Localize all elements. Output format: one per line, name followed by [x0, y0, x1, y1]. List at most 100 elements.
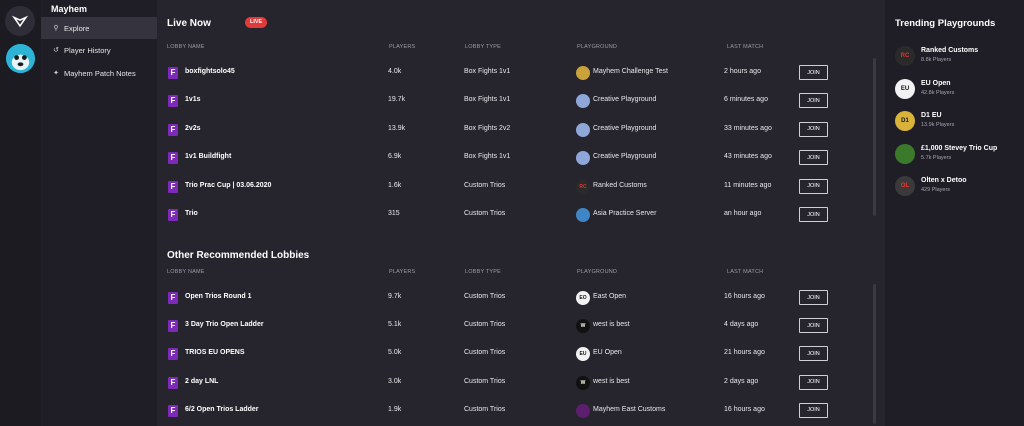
lobby-row[interactable]: F Trio 315 Custom Trios Asia Practice Server… [166, 202, 866, 228]
trending-item[interactable]: £1,000 Stevey Trio Cup 5.7k Players [895, 141, 1020, 167]
lobby-type: Custom Trios [464, 349, 506, 357]
lobby-name: Trio Prac Cup | 03.06.2020 [185, 181, 272, 189]
last-match: 11 minutes ago [724, 181, 772, 189]
last-match: 6 minutes ago [724, 96, 768, 104]
lobby-row[interactable]: F 1v1 Buildfight 6.9k Box Fights 1v1 Creativ… [166, 145, 866, 171]
lobby-fortnite-icon: F [168, 95, 178, 108]
last-match: 16 hours ago [724, 293, 765, 300]
lobby-players: 13.9k [388, 124, 406, 132]
lobby-row[interactable]: F 1v1s 19.7k Box Fights 1v1 Creative Playgro… [166, 88, 866, 114]
lobby-name: 3 Day Trio Open Ladder [185, 321, 264, 329]
col-header-lobby-type: LOBBY TYPE [465, 269, 502, 275]
playground-name: East Open [593, 293, 627, 300]
trending-item[interactable]: RC Ranked Customs 8.8k Players [895, 43, 1020, 69]
join-button[interactable]: JOIN [799, 178, 828, 194]
col-header-playground: PLAYGROUND [577, 269, 618, 275]
lobby-fortnite-icon: F [168, 209, 178, 221]
last-match: 2 days ago [724, 377, 759, 385]
live-now-title: Live Now [167, 18, 211, 29]
lobby-type: Box Fights 2v2 [464, 124, 511, 132]
trending-name: Olten x Detoo [921, 177, 967, 184]
playground-name: Mayhem Challenge Test [593, 68, 668, 75]
stevey-cup-icon [895, 143, 915, 164]
lobby-name: 2v2s [185, 124, 201, 132]
lobby-row[interactable]: F 2v2s 13.9k Box Fights 2v2 Creative Playgro… [166, 117, 866, 143]
trending-title: Trending Playgrounds [895, 18, 996, 29]
recommended-title: Other Recommended Lobbies [167, 250, 310, 261]
trending-name: £1,000 Stevey Trio Cup [921, 144, 998, 152]
join-button[interactable]: JOIN [799, 150, 828, 166]
trending-players: 5.7k Players [921, 154, 952, 161]
col-header-last-match: LAST MATCH [727, 269, 764, 275]
user-avatar[interactable] [6, 44, 35, 73]
trending-item[interactable]: OL Olten x Detoo 429 Players [895, 173, 1020, 199]
lobby-name: 1v1 Buildfight [185, 153, 232, 161]
join-button[interactable]: JOIN [799, 93, 828, 109]
lobby-name: TRIOS EU OPENS [185, 349, 245, 357]
creative-icon [576, 122, 590, 137]
col-header-players: PLAYERS [389, 44, 416, 50]
playground-name: Creative Playground [593, 153, 657, 161]
lobby-row[interactable]: Fboxfightsolo45 4.0k Box Fights 1v1 Mayhem … [166, 60, 866, 86]
d1-eu-icon: D1 [895, 111, 915, 131]
lobby-fortnite-icon: F [168, 292, 178, 304]
playground-name: Mayhem East Customs [593, 405, 666, 413]
west-is-best-icon: W [576, 319, 590, 334]
lobby-type: Custom Trios [464, 405, 506, 413]
lobby-fortnite-icon: F [168, 404, 178, 417]
sidebar-item-label: Mayhem Patch Notes [64, 68, 136, 78]
mayhem-east-icon [576, 403, 590, 418]
olten-detoo-icon: OL [895, 176, 915, 196]
join-button[interactable]: JOIN [799, 290, 828, 305]
mayhem-logo-icon[interactable] [5, 6, 35, 36]
last-match: 16 hours ago [724, 405, 765, 413]
live-scrollbar[interactable] [873, 58, 876, 216]
lobby-row[interactable]: F 6/2 Open Trios Ladder 1.9k Custom Trios Ma… [166, 398, 866, 424]
lobby-players: 4.0k [388, 68, 402, 75]
lobby-players: 9.7k [388, 293, 402, 300]
sidebar-item-patch-notes[interactable]: ✦ Mayhem Patch Notes [41, 62, 157, 84]
lobby-players: 315 [388, 210, 400, 217]
lobby-row[interactable]: F Open Trios Round 1 9.7k Custom Trios EO Eas… [166, 285, 866, 311]
playground-name: Creative Playground [593, 124, 657, 132]
lobby-players: 1.6k [388, 181, 402, 189]
search-icon: ⚲ [53, 25, 59, 32]
creative-icon [576, 94, 590, 109]
lobby-name: 6/2 Open Trios Ladder [185, 405, 259, 413]
app-root: Mayhem ⚲ Explore ↺ Player History ✦ Mayh… [0, 0, 1024, 426]
sidebar-item-explore[interactable]: ⚲ Explore [41, 17, 157, 39]
col-header-last-match: LAST MATCH [727, 44, 764, 50]
mayhem-challenge-icon [576, 66, 590, 80]
join-button[interactable]: JOIN [799, 374, 828, 390]
trending-item[interactable]: EU EU Open 42.8k Players [895, 76, 1020, 102]
lobby-row[interactable]: F 3 Day Trio Open Ladder 5.1k Custom Trios W… [166, 313, 866, 339]
join-button[interactable]: JOIN [799, 346, 828, 362]
trending-name: EU Open [921, 79, 951, 87]
lobby-row[interactable]: F 2 day LNL 3.0k Custom Trios Wwest is best 2… [166, 370, 866, 396]
col-header-players: PLAYERS [389, 269, 416, 275]
lobby-name: boxfightsolo45 [185, 68, 235, 75]
west-is-best-icon: W [576, 375, 590, 390]
sidebar-item-player-history[interactable]: ↺ Player History [41, 39, 157, 61]
join-button[interactable]: JOIN [799, 402, 828, 418]
last-match: 21 hours ago [724, 349, 765, 357]
sidebar-item-label: Player History [64, 45, 111, 55]
lobby-row[interactable]: F TRIOS EU OPENS 5.0k Custom Trios EU EU Open… [166, 341, 866, 367]
join-button[interactable]: JOIN [799, 318, 828, 334]
lobby-row[interactable]: F Trio Prac Cup | 03.06.2020 1.6k Custom Tr… [166, 174, 866, 200]
main-content: Live Now LIVE LOBBY NAME PLAYERS LOBBY T… [157, 0, 885, 426]
col-header-lobby-name: LOBBY NAME [167, 44, 205, 50]
playground-name: EU Open [593, 349, 622, 357]
lobby-players: 6.9k [388, 153, 402, 161]
trending-item[interactable]: D1 D1 EU 13.9k Players [895, 108, 1020, 134]
east-open-icon: EO [576, 291, 590, 305]
join-button[interactable]: JOIN [799, 207, 828, 222]
lobby-type: Custom Trios [464, 321, 506, 329]
lobby-name: Open Trios Round 1 [185, 293, 252, 300]
recommended-scrollbar[interactable] [873, 284, 876, 424]
history-icon: ↺ [53, 47, 59, 54]
join-button[interactable]: JOIN [799, 65, 828, 80]
join-button[interactable]: JOIN [799, 121, 828, 137]
trending-players: 42.8k Players [921, 89, 955, 96]
lobby-fortnite-icon: F [168, 320, 178, 333]
